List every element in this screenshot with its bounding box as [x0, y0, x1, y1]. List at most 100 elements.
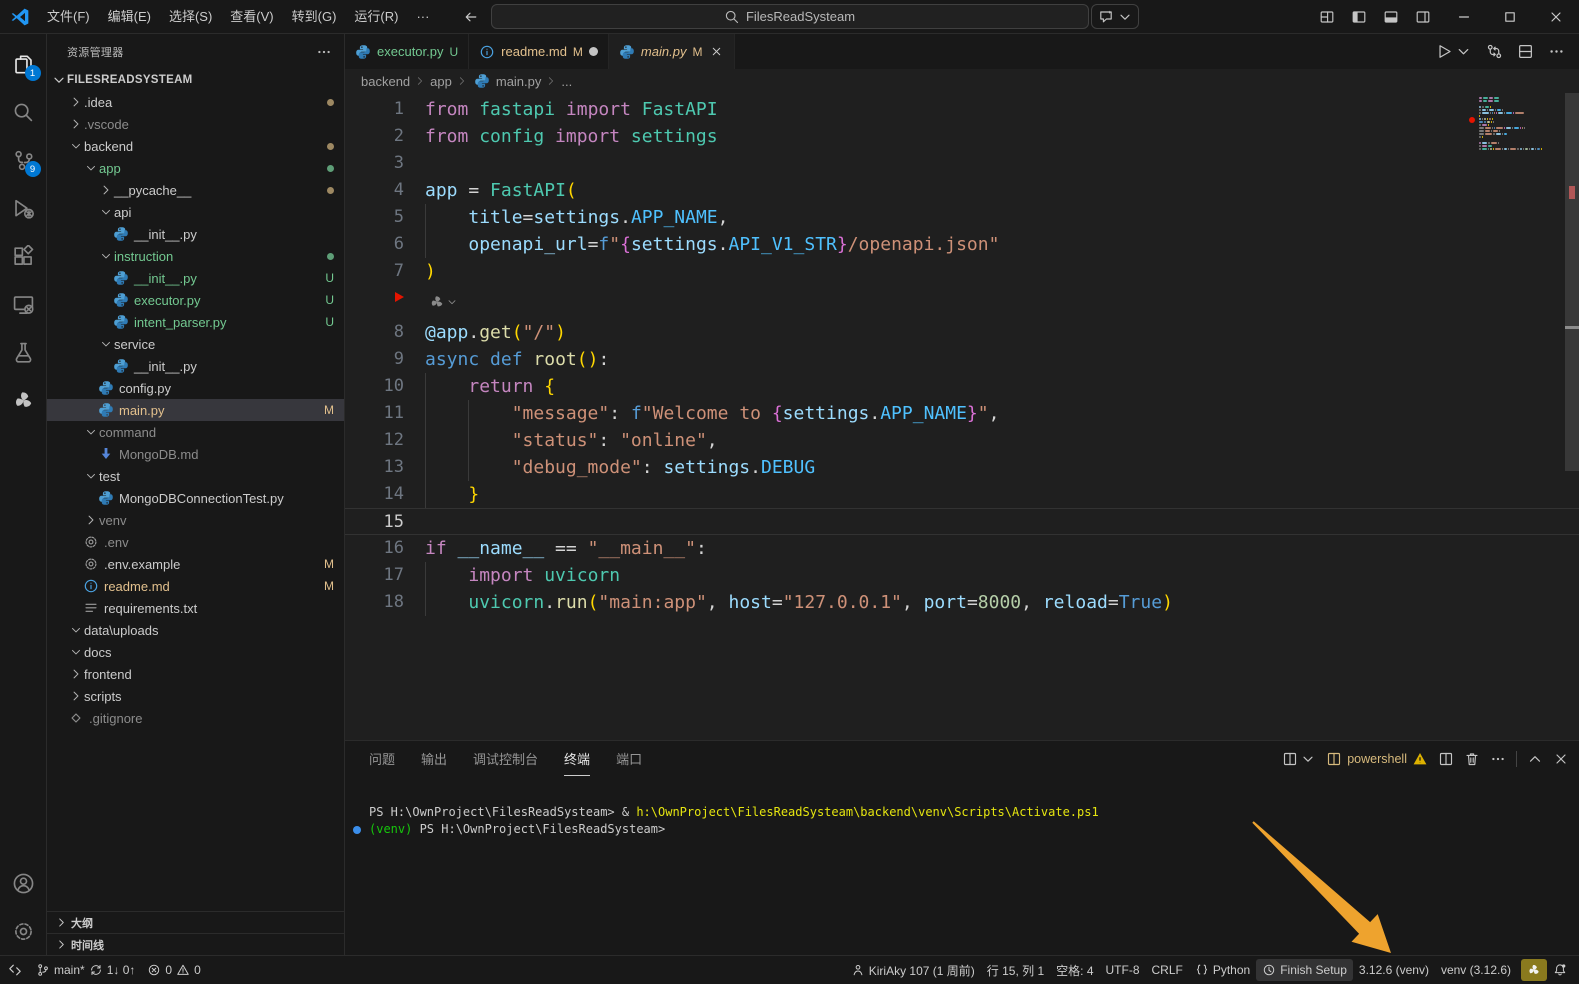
- line-number[interactable]: 7: [345, 258, 425, 285]
- tab-close-icon[interactable]: [708, 45, 724, 58]
- maximize-button[interactable]: [1487, 0, 1533, 33]
- breadcrumb-item[interactable]: ...: [561, 74, 572, 89]
- maximize-panel-button[interactable]: [1527, 751, 1543, 767]
- tree-item-docs[interactable]: docs: [47, 641, 344, 663]
- status-indentation[interactable]: 空格: 4: [1050, 959, 1099, 981]
- line-number[interactable]: 1: [345, 96, 425, 123]
- tree-item-MongoDBConnectionTest.py[interactable]: MongoDBConnectionTest.py: [47, 487, 344, 509]
- menu-item-3[interactable]: 查看(V): [221, 5, 282, 29]
- panel-tab-问题[interactable]: 问题: [369, 741, 395, 776]
- line-number[interactable]: 11: [345, 400, 425, 427]
- breadcrumb-item[interactable]: main.py: [496, 74, 542, 89]
- tree-item-__init__.py[interactable]: __init__.py: [47, 355, 344, 377]
- line-number[interactable]: 13: [345, 454, 425, 481]
- tree-item-service[interactable]: service: [47, 333, 344, 355]
- activity-ai-extension[interactable]: [0, 376, 47, 424]
- menu-item-0[interactable]: 文件(F): [38, 5, 99, 29]
- status-problems[interactable]: 00: [141, 959, 206, 981]
- toggle-panel-icon[interactable]: [1377, 4, 1405, 30]
- status-python-env[interactable]: venv (3.12.6): [1435, 959, 1517, 981]
- tree-item-backend[interactable]: backend: [47, 135, 344, 157]
- status-finish-setup[interactable]: Finish Setup: [1256, 959, 1353, 981]
- tree-item-intent_parser.py[interactable]: intent_parser.pyU: [47, 311, 344, 333]
- editor-scrollbar[interactable]: [1565, 93, 1579, 740]
- line-number[interactable]: 12: [345, 427, 425, 454]
- command-center-search[interactable]: FilesReadSysteam: [491, 4, 1089, 29]
- toggle-sidebar-icon[interactable]: [1345, 4, 1373, 30]
- menu-item-6[interactable]: ···: [407, 5, 438, 29]
- tree-item-command[interactable]: command: [47, 421, 344, 443]
- tree-item-data-uploads[interactable]: data\uploads: [47, 619, 344, 641]
- line-number[interactable]: 10: [345, 373, 425, 400]
- activity-source-control[interactable]: 9: [0, 136, 47, 184]
- activity-remote-explorer[interactable]: [0, 280, 47, 328]
- status-cursor-position[interactable]: 行 15, 列 1: [981, 959, 1050, 981]
- tree-item-scripts[interactable]: scripts: [47, 685, 344, 707]
- line-number[interactable]: 3: [345, 150, 425, 177]
- terminal[interactable]: PS H:\OwnProject\FilesReadSysteam> & h:\…: [345, 776, 1579, 955]
- tree-item-executor.py[interactable]: executor.pyU: [47, 289, 344, 311]
- panel-tab-端口[interactable]: 端口: [616, 741, 642, 776]
- tree-item-__init__.py[interactable]: __init__.pyU: [47, 267, 344, 289]
- activity-explorer[interactable]: 1: [0, 40, 47, 88]
- line-number[interactable]: 15: [345, 509, 425, 534]
- status-encoding[interactable]: UTF-8: [1100, 959, 1146, 981]
- tree-item-__pycache__[interactable]: __pycache__: [47, 179, 344, 201]
- tree-item-.env[interactable]: .env: [47, 531, 344, 553]
- tree-item-requirements.txt[interactable]: requirements.txt: [47, 597, 344, 619]
- breadcrumb-item[interactable]: backend: [361, 74, 410, 89]
- line-number[interactable]: 18: [345, 589, 425, 616]
- menu-item-2[interactable]: 选择(S): [160, 5, 221, 29]
- minimize-button[interactable]: [1441, 0, 1487, 33]
- menu-item-4[interactable]: 转到(G): [283, 5, 346, 29]
- toggle-secondary-sidebar-icon[interactable]: [1409, 4, 1437, 30]
- tab-readme.md[interactable]: readme.mdM: [469, 34, 609, 69]
- tree-item-instruction[interactable]: instruction: [47, 245, 344, 267]
- line-number[interactable]: 5: [345, 204, 425, 231]
- line-number[interactable]: 4: [345, 177, 425, 204]
- line-number[interactable]: 9: [345, 346, 425, 373]
- tree-item-venv[interactable]: venv: [47, 509, 344, 531]
- activity-extensions[interactable]: [0, 232, 47, 280]
- copilot-chat-button[interactable]: [1091, 4, 1139, 29]
- tree-root-folder[interactable]: FILESREADSYSTEAM: [47, 69, 344, 91]
- code-editor[interactable]: 1from fastapi import FastAPI2from config…: [345, 93, 1579, 740]
- activity-testing[interactable]: [0, 328, 47, 376]
- tab-executor.py[interactable]: executor.pyU: [345, 34, 469, 69]
- line-number[interactable]: 6: [345, 231, 425, 258]
- breadcrumb[interactable]: backend app main.py...: [345, 69, 1579, 93]
- status-language-mode[interactable]: Python: [1189, 959, 1256, 981]
- tree-item-.idea[interactable]: .idea: [47, 91, 344, 113]
- activity-settings[interactable]: [0, 907, 47, 955]
- status-git-blame[interactable]: KiriAky 107 (1 周前): [845, 959, 981, 981]
- breadcrumb-item[interactable]: app: [430, 74, 452, 89]
- kill-terminal-button[interactable]: [1464, 751, 1480, 767]
- close-panel-button[interactable]: [1553, 751, 1569, 767]
- panel-tab-调试控制台[interactable]: 调试控制台: [473, 741, 538, 776]
- line-number[interactable]: 8: [345, 319, 425, 346]
- split-editor[interactable]: [1517, 43, 1534, 60]
- status-eol[interactable]: CRLF: [1146, 959, 1189, 981]
- launch-profile-button[interactable]: [1282, 751, 1316, 767]
- panel-tab-输出[interactable]: 输出: [421, 741, 447, 776]
- tree-item-frontend[interactable]: frontend: [47, 663, 344, 685]
- tree-item-app[interactable]: app: [47, 157, 344, 179]
- status-git-branch[interactable]: main*1↓ 0↑: [30, 959, 141, 981]
- sidebar-section-0[interactable]: 大纲: [47, 911, 344, 933]
- open-changes[interactable]: [1486, 43, 1503, 60]
- status-copilot-status[interactable]: [1521, 959, 1547, 981]
- minimap[interactable]: [1479, 97, 1561, 151]
- tree-item-main.py[interactable]: main.pyM: [47, 399, 344, 421]
- status-notifications[interactable]: [1547, 959, 1573, 981]
- back-arrow-icon[interactable]: [462, 9, 480, 25]
- line-number[interactable]: 17: [345, 562, 425, 589]
- menu-item-5[interactable]: 运行(R): [345, 5, 407, 29]
- activity-accounts[interactable]: [0, 859, 47, 907]
- line-number[interactable]: 14: [345, 481, 425, 508]
- status-python-interpreter[interactable]: 3.12.6 (venv): [1353, 959, 1435, 981]
- tree-item-test[interactable]: test: [47, 465, 344, 487]
- panel-tab-终端[interactable]: 终端: [564, 741, 590, 776]
- menu-item-1[interactable]: 编辑(E): [99, 5, 160, 29]
- terminal-tab-powershell[interactable]: powershell: [1326, 751, 1428, 767]
- customize-layout-icon[interactable]: [1313, 4, 1341, 30]
